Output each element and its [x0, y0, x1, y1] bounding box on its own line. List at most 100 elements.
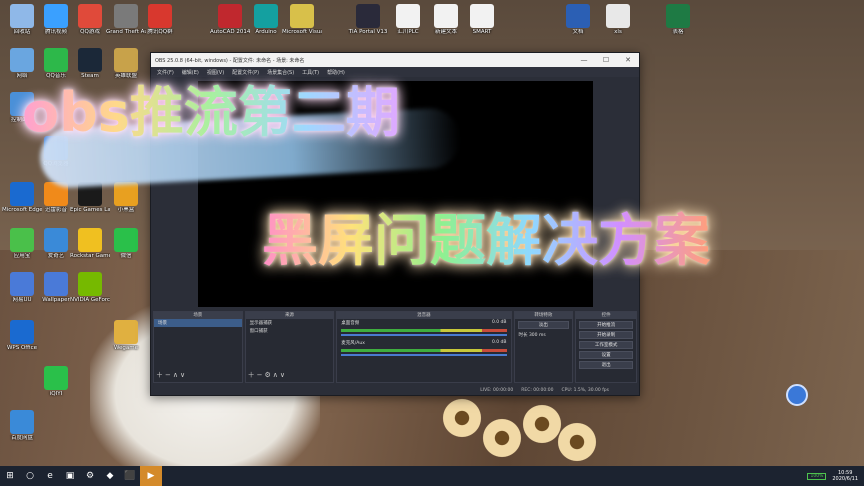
app-icon — [44, 272, 68, 296]
menu-edit[interactable]: 编辑(E) — [182, 69, 199, 76]
app-icon — [44, 48, 68, 72]
app-icon — [10, 272, 34, 296]
desktop-icon[interactable]: TIA Portal V13 — [348, 4, 388, 36]
desktop-icon[interactable]: Microsoft Visual C++ — [282, 4, 322, 36]
app-icon — [10, 410, 34, 434]
system-tray: 100% 10:59 2020/6/11 — [807, 470, 864, 482]
app-icon — [10, 228, 34, 252]
source-tools[interactable]: ＋−⚙∧∨ — [248, 370, 287, 380]
app-icon — [78, 4, 102, 28]
volume-slider[interactable] — [341, 334, 507, 336]
desktop-icon-label: xls — [614, 29, 622, 35]
battery-indicator[interactable]: 100% — [807, 472, 827, 480]
exit-button[interactable]: 退出 — [579, 361, 633, 369]
menu-file[interactable]: 文件(F) — [157, 69, 174, 76]
app-icon — [218, 4, 242, 28]
scene-tools[interactable]: ＋−∧∨ — [156, 370, 187, 380]
overlay-title-line1: obs推流第二期 — [22, 81, 400, 144]
transition-duration[interactable]: 300 ms — [529, 333, 546, 338]
source-item[interactable]: 窗口捕获 — [246, 327, 334, 335]
desktop-icon[interactable]: Wegame — [106, 320, 146, 352]
menu-view[interactable]: 视图(V) — [207, 69, 224, 76]
start-recording-button[interactable]: 开始录制 — [579, 331, 633, 339]
app-icon — [44, 4, 68, 28]
desktop-icon[interactable]: QQ游戏 — [70, 4, 110, 36]
app-icon — [356, 4, 380, 28]
desktop-icon[interactable]: Steam — [70, 48, 110, 80]
desktop-icon[interactable]: NVIDIA GeForce — [70, 272, 110, 304]
desktop-icon[interactable]: Rockstar Games — [70, 228, 110, 260]
desktop-icon[interactable]: 英雄联盟 — [106, 48, 146, 80]
explorer-icon[interactable]: ▣ — [60, 466, 80, 486]
live-time: LIVE: 00:00:00 — [480, 387, 514, 393]
obs-taskbar-icon[interactable]: ▶ — [140, 466, 162, 486]
menu-tools[interactable]: 工具(T) — [302, 69, 319, 76]
desktop-icon[interactable]: 微信 — [106, 228, 146, 260]
scene-item[interactable]: 场景 — [154, 319, 242, 327]
rec-time: REC: 00:00:00 — [521, 387, 554, 393]
app-icon — [44, 228, 68, 252]
obs-titlebar[interactable]: OBS 25.0.8 (64-bit, windows) - 配置文件: 未命名… — [151, 53, 639, 67]
mixer-track-name: 桌面音频 0.0 dB — [341, 320, 507, 326]
taskbar: ⊞ ○ e ▣ ⚙ ◆ ⬛ ▶ 100% 10:59 2020/6/11 — [0, 466, 864, 486]
desktop-icon[interactable]: iQIYI — [36, 366, 76, 398]
settings-button[interactable]: 设置 — [579, 351, 633, 359]
desktop-icon-label: AutoCAD 2014 - 简体 — [210, 29, 250, 35]
edge-icon[interactable]: e — [40, 466, 60, 486]
desktop-icon[interactable]: 小黑盒 — [106, 182, 146, 214]
app-icon — [44, 366, 68, 390]
desktop-icon-label: 汇川PLC — [397, 29, 419, 35]
maximize-button[interactable]: ☐ — [595, 56, 617, 64]
transitions-dock: 转场特效 淡出 时长 300 ms — [513, 311, 574, 383]
clock-date: 2020/6/11 — [832, 476, 858, 482]
app-icon — [254, 4, 278, 28]
desktop-icon[interactable]: 汇川PLC — [388, 4, 428, 36]
mixer-dock-title: 混音器 — [337, 312, 511, 319]
desktop-icon[interactable]: 文档 — [558, 4, 598, 36]
minimize-button[interactable]: — — [573, 56, 595, 64]
desktop-icon-label: Rockstar Games — [70, 253, 110, 259]
desktop-icon-label: QQ游戏 — [80, 29, 100, 35]
search-icon[interactable]: ○ — [20, 466, 40, 486]
menu-profile[interactable]: 配置文件(P) — [232, 69, 259, 76]
volume-slider[interactable] — [341, 354, 507, 356]
overlay-title-line2: 黑屏问题解决方案 — [262, 209, 710, 274]
app-icon — [290, 4, 314, 28]
menu-scene-collection[interactable]: 场景集合(S) — [267, 69, 294, 76]
scenes-dock: 场景 场景 ＋−∧∨ — [153, 311, 243, 383]
app-icon — [114, 48, 138, 72]
desktop-icon-label: 微信 — [120, 253, 132, 259]
transition-duration-label: 时长 300 ms — [518, 333, 546, 338]
app-icon — [606, 4, 630, 28]
desktop-icon[interactable]: 新建文本 — [426, 4, 466, 36]
start-icon[interactable]: ⊞ — [0, 466, 20, 486]
desktop-icon[interactable]: AutoCAD 2014 - 简体 — [210, 4, 250, 36]
desktop-icon-label: Arduino — [255, 29, 277, 35]
menu-help[interactable]: 帮助(H) — [327, 69, 345, 76]
floating-assistant-icon[interactable] — [786, 384, 808, 406]
desktop-icon[interactable]: 百度网盘 — [2, 410, 42, 442]
desktop-icon[interactable]: 腾讯QQ群 — [140, 4, 180, 36]
app-icon[interactable]: ⬛ — [120, 466, 140, 486]
desktop-icon[interactable]: 表格 — [658, 4, 698, 36]
desktop-icon[interactable]: SMART — [462, 4, 502, 36]
desktop-icon-label: Wegame — [113, 345, 139, 351]
clock[interactable]: 10:59 2020/6/11 — [832, 470, 858, 482]
app-icon — [470, 4, 494, 28]
desktop-icon-label: WPS Office — [6, 345, 38, 351]
desktop-icon[interactable]: Arduino — [246, 4, 286, 36]
app-icon[interactable]: ◆ — [100, 466, 120, 486]
desktop-icon[interactable]: xls — [598, 4, 638, 36]
studio-mode-button[interactable]: 工作室模式 — [579, 341, 633, 349]
start-streaming-button[interactable]: 开始推流 — [579, 321, 633, 329]
source-item[interactable]: 显示器捕获 — [246, 319, 334, 327]
app-icon — [78, 272, 102, 296]
wallpaper-flower — [555, 420, 599, 464]
transition-select[interactable]: 淡出 — [517, 321, 570, 329]
settings-icon[interactable]: ⚙ — [80, 466, 100, 486]
wallpaper-flower — [440, 396, 484, 440]
desktop-icon[interactable]: WPS Office — [2, 320, 42, 352]
close-button[interactable]: ✕ — [617, 56, 639, 64]
app-icon — [396, 4, 420, 28]
app-icon — [114, 228, 138, 252]
